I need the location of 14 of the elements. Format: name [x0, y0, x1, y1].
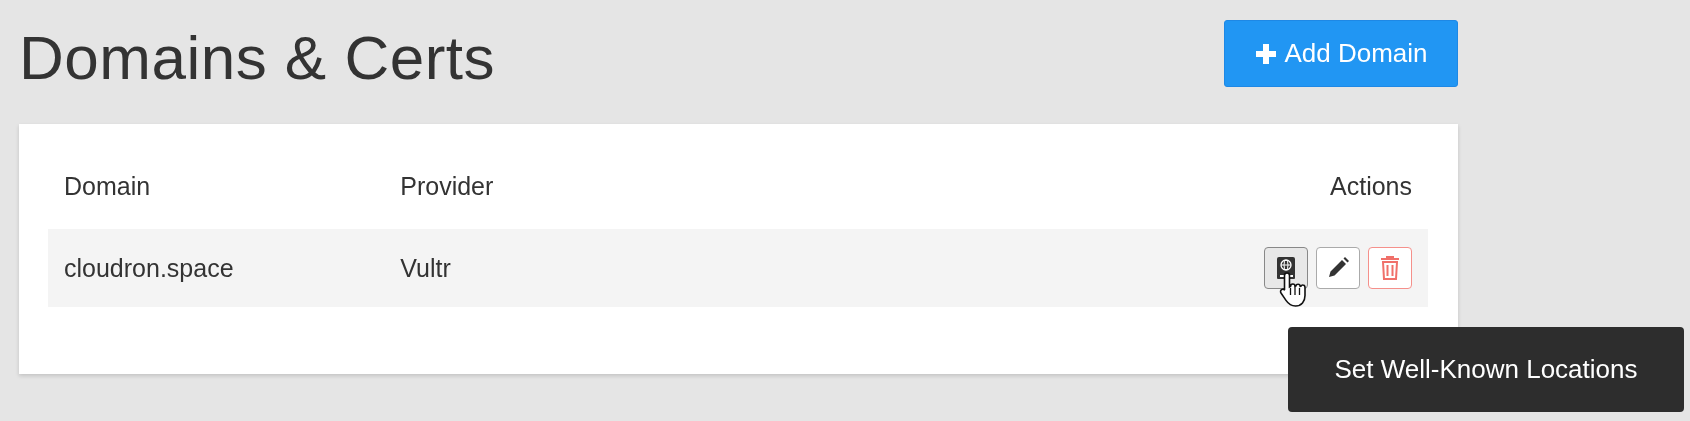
well-known-button[interactable]	[1264, 247, 1308, 290]
globe-book-icon	[1276, 256, 1296, 281]
delete-button[interactable]	[1368, 247, 1412, 290]
table-cell: Vultr	[384, 229, 1102, 308]
plus-icon	[1254, 41, 1279, 66]
column-header: Actions	[1101, 172, 1428, 230]
table-cell: cloudron.space	[48, 229, 385, 308]
trash-icon	[1379, 255, 1401, 282]
edit-button[interactable]	[1316, 247, 1360, 290]
add-domain-button[interactable]: Add Domain	[1224, 20, 1458, 87]
column-header: Domain	[48, 172, 385, 230]
tooltip: Set Well-Known Locations	[1288, 327, 1684, 412]
page-title: Domains & Certs	[19, 24, 496, 93]
column-header: Provider	[384, 172, 1102, 230]
